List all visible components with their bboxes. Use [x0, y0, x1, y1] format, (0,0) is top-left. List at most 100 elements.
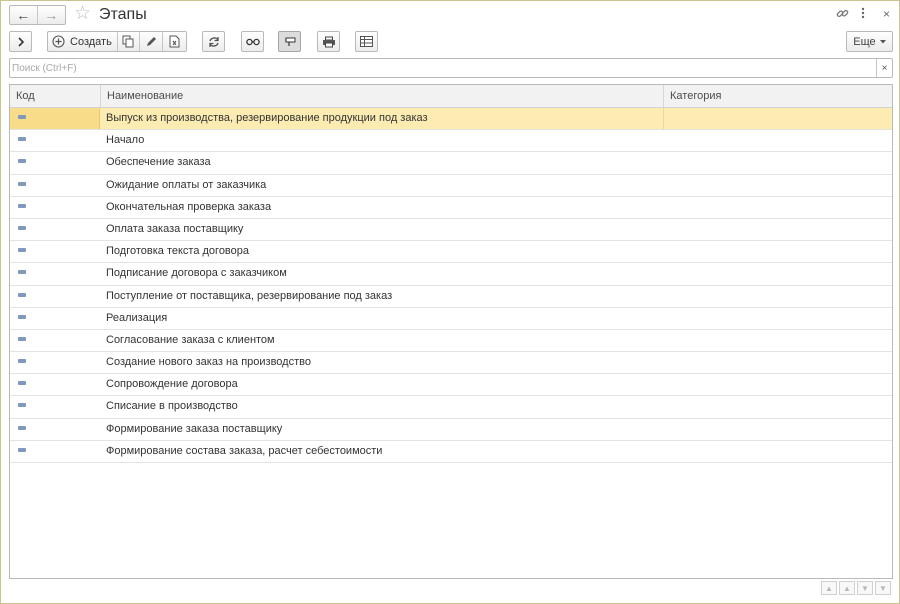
- cell-code: [10, 419, 100, 440]
- create-group: Создать: [47, 31, 187, 52]
- scroll-to-top-button[interactable]: ▲: [821, 581, 837, 595]
- table-row[interactable]: Списание в производство: [10, 396, 892, 419]
- table-row[interactable]: Реализация: [10, 308, 892, 330]
- table-row[interactable]: Формирование заказа поставщику: [10, 419, 892, 441]
- catalog-item-icon: [18, 292, 26, 297]
- sign-icon: [284, 37, 295, 46]
- favorite-star-icon[interactable]: ☆: [74, 4, 91, 24]
- refresh-button[interactable]: [202, 31, 225, 52]
- more-vertical-icon[interactable]: [861, 7, 865, 22]
- forward-button[interactable]: →: [38, 6, 65, 24]
- table-row[interactable]: Создание нового заказ на производство: [10, 352, 892, 375]
- more-menu-button[interactable]: Еще: [846, 31, 893, 52]
- scroll-to-bottom-button[interactable]: ▼: [875, 581, 891, 595]
- report-button[interactable]: [355, 31, 378, 52]
- cell-category: [663, 175, 892, 196]
- table-row[interactable]: Окончательная проверка заказа: [10, 197, 892, 219]
- table-row[interactable]: Подписание договора с заказчиком: [10, 263, 892, 286]
- cell-category: [663, 330, 892, 351]
- app-window: ← → ☆ Этапы × Создать Еще Поиск (Ctrl+F)…: [0, 0, 900, 604]
- column-header-category[interactable]: Категория: [663, 85, 892, 107]
- table-row[interactable]: Ожидание оплаты от заказчика: [10, 175, 892, 197]
- cell-code: [10, 396, 100, 417]
- cell-name: Создание нового заказ на производство: [106, 356, 311, 369]
- search-clear-button[interactable]: ×: [876, 59, 892, 77]
- back-button[interactable]: ←: [10, 6, 38, 24]
- down-icon: ▼: [861, 583, 869, 593]
- cell-code: [10, 308, 100, 329]
- copy-icon: [122, 35, 134, 48]
- cell-category: [663, 308, 892, 329]
- cell-name: Выпуск из производства, резервирование п…: [106, 112, 428, 124]
- catalog-item-icon: [18, 336, 26, 341]
- catalog-item-icon: [18, 248, 26, 253]
- table-row[interactable]: Начало: [10, 130, 892, 153]
- table-body: Выпуск из производства, резервирование п…: [10, 108, 892, 463]
- cell-code: [10, 130, 100, 151]
- table-row[interactable]: Поступление от поставщика, резервировани…: [10, 286, 892, 308]
- double-up-icon: ▲: [825, 583, 833, 593]
- scroll-up-button[interactable]: ▲: [839, 581, 855, 595]
- scroll-down-button[interactable]: ▼: [857, 581, 873, 595]
- catalog-item-icon: [18, 181, 26, 186]
- page-title: Этапы: [99, 6, 147, 23]
- mark-delete-button[interactable]: [163, 32, 186, 51]
- table-row[interactable]: Подготовка текста договора: [10, 241, 892, 264]
- cell-category: [663, 352, 892, 373]
- cell-category: [663, 130, 892, 151]
- cell-category: [663, 263, 892, 284]
- double-down-icon: ▼: [879, 583, 887, 593]
- more-menu-label: Еще: [853, 35, 876, 48]
- search-field: ×: [9, 58, 893, 78]
- cell-code: [10, 263, 100, 284]
- chevron-down-icon: [879, 39, 886, 43]
- delete-mark-icon: [169, 35, 180, 48]
- chevron-right-icon: [17, 36, 24, 47]
- edit-button[interactable]: [140, 32, 164, 51]
- cell-code: [10, 374, 100, 395]
- plus-circle-icon: [52, 35, 65, 48]
- table-row[interactable]: Выпуск из производства, резервирование п…: [10, 108, 892, 131]
- expand-panel-button[interactable]: [9, 31, 32, 52]
- title-bar: ← → ☆ Этапы ×: [1, 1, 899, 29]
- create-button[interactable]: Создать: [48, 32, 118, 51]
- toolbar: Создать Еще: [1, 31, 899, 53]
- table-row[interactable]: Оплата заказа поставщику: [10, 219, 892, 242]
- cell-name: Оплата заказа поставщику: [106, 222, 244, 235]
- cell-name: Реализация: [106, 311, 168, 324]
- close-icon: ×: [881, 62, 888, 74]
- table-row[interactable]: Сопровождение договора: [10, 374, 892, 397]
- table-row[interactable]: Обеспечение заказа: [10, 152, 892, 175]
- up-icon: ▲: [843, 583, 851, 593]
- cell-category: [663, 419, 892, 440]
- print-button[interactable]: [317, 31, 340, 52]
- cell-category: [663, 108, 892, 129]
- cell-name: Списание в производство: [106, 400, 238, 413]
- copy-button[interactable]: [118, 32, 141, 51]
- table-row[interactable]: Формирование состава заказа, расчет себе…: [10, 441, 892, 463]
- cell-name: Поступление от поставщика, резервировани…: [106, 289, 393, 302]
- cell-category: [663, 286, 892, 307]
- cell-code: [10, 197, 100, 218]
- cell-code: [10, 152, 100, 173]
- cell-code: [10, 175, 100, 196]
- close-icon[interactable]: ×: [883, 7, 890, 21]
- hierarchy-toggle-button[interactable]: [278, 31, 301, 52]
- catalog-item-icon: [18, 403, 26, 408]
- column-header-name[interactable]: Наименование: [100, 85, 663, 107]
- cell-category: [663, 241, 892, 262]
- cell-category: [663, 219, 892, 240]
- refresh-icon: [208, 36, 219, 47]
- cell-code: [10, 441, 100, 462]
- table-icon: [360, 36, 373, 47]
- catalog-item-icon: [18, 447, 26, 452]
- catalog-item-icon: [18, 137, 26, 142]
- link-icon[interactable]: [836, 7, 849, 23]
- column-header-code[interactable]: Код: [10, 85, 100, 107]
- view-mode-button[interactable]: [241, 31, 264, 52]
- search-input[interactable]: [10, 59, 876, 77]
- table-row[interactable]: Согласование заказа с клиентом: [10, 330, 892, 353]
- cell-name: Согласование заказа с клиентом: [106, 333, 275, 346]
- cell-code: [10, 219, 100, 240]
- arrow-right-icon: →: [44, 7, 59, 23]
